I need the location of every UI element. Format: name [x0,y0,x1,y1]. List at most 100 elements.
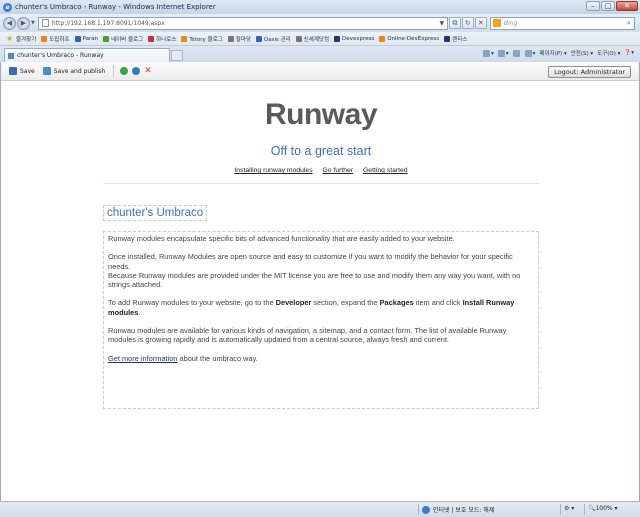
umbraco-canvas-toolbar: Save Save and publish ✕ Logout: Administ… [1,62,639,81]
status-divider [560,504,561,515]
page-menu[interactable]: 페이지(P) ▾ [539,49,566,57]
save-and-publish-button[interactable]: Save and publish [42,67,105,75]
refresh-button[interactable]: ↻ [461,17,474,29]
toolbar-divider [113,65,115,77]
favorite-link[interactable]: 신세계닷컴 [295,35,329,43]
favorite-link[interactable]: 하나로스 [148,35,176,43]
new-tab-button[interactable] [171,50,183,61]
add-module-icon[interactable] [120,67,129,75]
window-title: chunter's Umbraco - Runway - Windows Int… [15,3,216,11]
status-divider [418,504,419,515]
minimize-button[interactable]: – [586,1,600,11]
zoom-level-button[interactable]: 🔍100% ▾ [588,505,618,512]
compatibility-view-button[interactable]: ⧉ [448,17,461,29]
header-divider [103,183,539,184]
url-text[interactable]: http://192.168.1.197:8091/1049.aspx [52,20,437,27]
forward-button[interactable]: ▶ [17,16,30,30]
security-zone[interactable]: 인터넷 | 보호 모드: 해제 [422,505,494,514]
favorites-bar: ★ 즐겨찾기 도립하프 Paran 네이버 블로그 하나로스 Tstory 블로그… [0,32,640,46]
history-dropdown-icon[interactable]: ▼ [31,20,35,26]
favorite-link[interactable]: Oasis 관리 [255,35,291,43]
paragraph-available-modules: Runwau modules are available for various… [108,326,507,345]
rentis-icon [444,35,451,42]
paran-icon [74,35,81,42]
paragraph-install-steps: To add Runway modules to your website, g… [108,298,515,317]
paragraph-open-source: Once installed, Runway Modules are open … [108,252,513,271]
oasis-icon [255,35,262,42]
get-more-information-link[interactable]: Get more information [108,354,177,363]
favorite-link[interactable]: 철마당 [227,35,251,43]
status-divider [584,504,585,515]
stop-button[interactable]: ✕ [474,17,487,29]
favorite-link[interactable]: Tstory 블로그 [181,35,223,43]
save-button[interactable]: Save [9,67,35,75]
window-controls: – □ ✕ [586,1,638,11]
floppy-disk-icon [9,67,17,75]
back-button[interactable]: ◀ [3,16,16,30]
nav-link-getting-started[interactable]: Getting started [363,167,408,174]
edit-module-icon[interactable] [132,67,141,75]
paragraph-intro: Runway modules encapsulate specific bits… [108,234,455,243]
search-icon[interactable]: ⌕ [624,19,634,28]
editable-site-name[interactable]: chunter's Umbraco [103,205,208,221]
tab-page-icon [8,52,14,59]
address-dropdown-icon[interactable]: ▼ [437,20,447,27]
search-input[interactable]: Bing [504,20,624,27]
favorite-link[interactable]: Online-DevExpress [379,35,439,42]
close-window-button[interactable]: ✕ [616,1,638,11]
favorite-link[interactable]: Paran [74,35,98,42]
devexpress-icon [334,35,341,42]
mail-icon [512,49,520,57]
favorite-link[interactable]: 렌티스 [444,35,467,43]
print-button[interactable]: ▾ [524,49,535,57]
favorite-link[interactable]: Devexpress [334,35,374,42]
tools-menu[interactable]: 도구(O) ▾ [597,49,620,57]
help-menu[interactable]: ❓▾ [624,50,634,56]
paragraph-more-info: Get more information about the umbraco w… [108,353,258,363]
page-title: Runway [264,98,378,131]
globe-publish-icon [42,67,51,75]
nav-link-go-further[interactable]: Go further [323,167,354,174]
hanaros-icon [148,35,155,42]
status-tools-button[interactable]: ⚙ ▾ [564,505,574,512]
favorite-link[interactable]: 네이버 블로그 [103,35,143,43]
bing-icon [492,19,501,27]
paragraph-mit-license: Because Runway modules are provided unde… [108,270,521,290]
home-button[interactable]: ▾ [483,49,494,57]
window-title-bar: e chunter's Umbraco - Runway - Windows I… [0,0,640,14]
page-viewport: Save Save and publish ✕ Logout: Administ… [0,62,640,501]
security-zone-text: 인터넷 | 보호 모드: 해제 [433,507,495,514]
favorite-link[interactable]: 도립하프 [41,35,70,43]
home-icon [483,49,491,57]
page-icon [41,19,49,27]
favorites-button[interactable]: ★ 즐겨찾기 [6,33,36,43]
search-box[interactable]: Bing ⌕ [489,16,635,30]
tab-umbraco-runway[interactable]: chunter's Umbraco - Runway [4,48,170,62]
favorite-site-icon [41,35,48,42]
internet-zone-icon [422,505,430,514]
maximize-button[interactable]: □ [601,1,615,11]
star-icon: ★ [6,33,14,43]
shinsegae-icon [295,35,302,42]
site-icon [227,35,234,42]
status-bar: 인터넷 | 보호 모드: 해제 ⚙ ▾ 🔍100% ▾ [0,501,640,517]
internet-explorer-icon: e [3,2,12,12]
tab-label: chunter's Umbraco - Runway [17,52,104,59]
dx-icon [379,35,386,42]
close-canvas-icon[interactable]: ✕ [144,67,152,76]
rss-icon [497,49,505,57]
naver-icon [103,35,110,42]
editable-body-text[interactable]: Runway modules encapsulate specific bits… [103,231,539,409]
page-subtitle: Off to a great start [270,144,372,158]
tab-row: chunter's Umbraco - Runway ▾ ▾ ▾ 페이지(P) … [0,46,640,62]
feeds-button[interactable]: ▾ [497,49,509,57]
nav-link-installing-runway-modules[interactable]: Installing runway modules [234,167,312,174]
address-field[interactable]: http://192.168.1.197:8091/1049.aspx ▼ [37,16,448,30]
developer-section-name: Developer [275,298,312,308]
print-icon [524,49,532,57]
logout-button[interactable]: Logout: Administrator [548,66,631,78]
address-bar-row: ◀ ▶ ▼ http://192.168.1.197:8091/1049.asp… [0,14,640,32]
mail-button[interactable] [512,49,521,57]
site-navigation: Installing runway modules Go further Get… [1,167,639,174]
safety-menu[interactable]: 안전(S) ▾ [571,49,593,57]
